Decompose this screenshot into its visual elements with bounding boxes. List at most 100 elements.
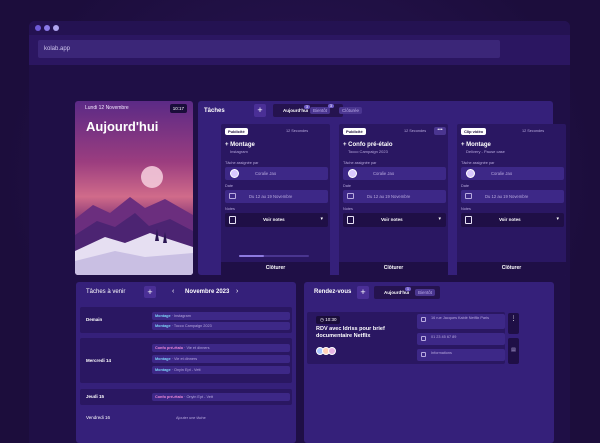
assigned-label: Tâche assignée par bbox=[343, 161, 377, 165]
tab-soon-count: 3 bbox=[328, 104, 334, 108]
notes-value: Voir notes bbox=[263, 217, 285, 222]
notes-value: Voir notes bbox=[499, 217, 521, 222]
task-subtitle: Instagram bbox=[230, 149, 248, 154]
add-appointment-button[interactable]: + bbox=[357, 286, 369, 299]
appointment-phone[interactable]: 01 23 45 67 89 bbox=[417, 333, 505, 345]
notes-dropdown[interactable]: Voir notes ▾ bbox=[225, 213, 328, 227]
notes-label: Notes bbox=[461, 207, 471, 211]
date-value: Du 12 au 19 Novembre bbox=[249, 194, 293, 199]
day-name: Jeudi 15 bbox=[86, 394, 105, 399]
day-row: Jeudi 15 Confo pré-étalo · Onyin Ept - V… bbox=[80, 389, 292, 405]
date-label: Date bbox=[343, 184, 352, 188]
add-task-link[interactable]: Ajouter une tâche bbox=[176, 416, 206, 420]
day-name: Demain bbox=[86, 317, 103, 322]
window-titlebar bbox=[29, 21, 570, 35]
document-icon bbox=[229, 216, 236, 224]
task-subtitle: Tocco Campaign 2023 bbox=[348, 149, 388, 154]
upcoming-event[interactable]: Montage · Instagram bbox=[152, 312, 290, 320]
tab-soon[interactable]: Bientôt bbox=[310, 107, 331, 114]
month-label: Novembre 2023 bbox=[185, 289, 230, 295]
calendar-icon bbox=[347, 193, 354, 199]
upcoming-event[interactable]: Confo pré-étalo · Onyin Ept - Vett bbox=[152, 393, 290, 401]
url-bar[interactable]: kolab.app bbox=[38, 40, 500, 58]
assigned-value: Coralie Jao bbox=[255, 171, 277, 176]
more-options-button[interactable]: ⋮ bbox=[508, 313, 519, 334]
task-card[interactable]: Clip vidéo 12 Secondes + Montage Deliver… bbox=[457, 124, 566, 276]
date-value: Du 12 au 19 Novembre bbox=[367, 194, 411, 199]
tasks-tabs: Aujourd'hui 3 Bientôt 3 bbox=[273, 104, 343, 117]
minimize-window-button[interactable] bbox=[44, 25, 50, 31]
notes-label: Notes bbox=[343, 207, 353, 211]
date-field[interactable]: Du 12 au 19 Novembre bbox=[343, 190, 446, 203]
close-window-button[interactable] bbox=[35, 25, 41, 31]
hero-time: 10:17 bbox=[169, 104, 187, 113]
notes-label: Notes bbox=[225, 207, 235, 211]
tab-today-count: 1 bbox=[405, 287, 411, 291]
task-title: + Confo pré-étalo bbox=[343, 142, 393, 148]
close-task-button[interactable]: Clôturer bbox=[339, 262, 448, 276]
day-row: Mercredi 14 Confo pré-étalo · Vie et din… bbox=[80, 338, 292, 383]
assigned-field[interactable]: Coralie Jao bbox=[225, 167, 328, 180]
hero-date: Lundi 12 Novembre bbox=[85, 105, 129, 111]
date-field[interactable]: Du 12 au 19 Novembre bbox=[225, 190, 328, 203]
document-icon bbox=[347, 216, 354, 224]
appointment-title: RDV avec Idriss pour brief documentaire … bbox=[316, 326, 385, 339]
task-tag: Clip vidéo bbox=[461, 128, 487, 135]
day-row: Vendredi 16 Ajouter une tâche bbox=[80, 410, 292, 426]
next-month-button[interactable]: › bbox=[236, 288, 238, 295]
task-duration: 12 Secondes bbox=[522, 129, 545, 133]
app-content: Lundi 12 Novembre 10:17 Aujourd'hui Tâch… bbox=[29, 65, 570, 443]
add-upcoming-button[interactable]: + bbox=[144, 286, 156, 298]
calendar-icon bbox=[229, 193, 236, 199]
task-card[interactable]: Publicité 12 Secondes + Montage Instagra… bbox=[221, 124, 330, 276]
caret-down-icon: ▾ bbox=[438, 216, 441, 222]
hero-title: Aujourd'hui bbox=[86, 119, 159, 134]
assigned-value: Coralie Jao bbox=[373, 171, 395, 176]
more-options-button[interactable]: ••• bbox=[434, 127, 446, 135]
close-task-button[interactable]: Clôturer bbox=[221, 262, 330, 276]
upcoming-event[interactable]: Montage · Tocco Campaign 2023 bbox=[152, 322, 290, 330]
appointment-card[interactable]: ◷ 10:30 RDV avec Idriss pour brief docum… bbox=[307, 312, 505, 364]
assigned-field[interactable]: Coralie Jao bbox=[343, 167, 446, 180]
task-duration: 12 Secondes bbox=[286, 129, 309, 133]
notes-dropdown[interactable]: Voir notes ▾ bbox=[461, 213, 564, 227]
phone-icon bbox=[421, 336, 426, 341]
caret-down-icon: ▾ bbox=[320, 216, 323, 222]
tasks-panel: Tâches + Aujourd'hui 3 Bientôt 3 Clôturé… bbox=[198, 101, 566, 276]
day-row: Demain Montage · Instagram Montage · Toc… bbox=[80, 307, 292, 333]
upcoming-title: Tâches à venir bbox=[86, 289, 126, 295]
task-card[interactable]: Publicité 12 Secondes ••• + Confo pré-ét… bbox=[339, 124, 448, 276]
avatar bbox=[328, 347, 336, 355]
notes-dropdown[interactable]: Voir notes ▾ bbox=[343, 213, 446, 227]
upcoming-event[interactable]: Montage · Vie et dinners bbox=[152, 355, 290, 363]
document-icon bbox=[465, 216, 472, 224]
maximize-window-button[interactable] bbox=[53, 25, 59, 31]
task-tag: Publicité bbox=[343, 128, 366, 135]
day-name: Vendredi 16 bbox=[86, 415, 111, 420]
appointment-time: ◷ 10:30 bbox=[316, 316, 341, 324]
upcoming-event[interactable]: Confo pré-étalo · Vie et dinners bbox=[152, 344, 290, 352]
notes-value: Voir notes bbox=[381, 217, 403, 222]
appointments-title: Rendez-vous bbox=[314, 289, 352, 295]
location-icon bbox=[421, 317, 426, 322]
assigned-field[interactable]: Coralie Jao bbox=[461, 167, 564, 180]
previous-month-button[interactable]: ‹ bbox=[172, 288, 174, 295]
tab-soon[interactable]: Bientôt bbox=[415, 289, 436, 296]
close-task-button[interactable]: Clôturer bbox=[457, 262, 566, 276]
date-field[interactable]: Du 12 au 19 Novembre bbox=[461, 190, 564, 203]
calendar-icon bbox=[465, 193, 472, 199]
notes-icon[interactable]: ▤ bbox=[508, 338, 519, 364]
add-task-button[interactable]: + bbox=[254, 104, 266, 117]
tasks-header: Tâches + Aujourd'hui 3 Bientôt 3 Clôturé… bbox=[198, 101, 553, 121]
date-label: Date bbox=[461, 184, 470, 188]
assigned-value: Coralie Jao bbox=[491, 171, 513, 176]
task-progress bbox=[239, 255, 309, 257]
tab-closed[interactable]: Clôturée bbox=[339, 107, 363, 114]
upcoming-event[interactable]: Montage · Onyin Ept - Vett bbox=[152, 366, 290, 374]
tasks-tabs-extra: Clôturée bbox=[339, 104, 365, 117]
today-hero-card: Lundi 12 Novembre 10:17 Aujourd'hui bbox=[75, 101, 193, 275]
appointment-notes[interactable]: Informations bbox=[417, 349, 505, 361]
appointments-tabs: Aujourd'hui 1 Bientôt bbox=[374, 286, 440, 299]
browser-window: kolab.app Lundi 12 Novembre 10:17 Aujour… bbox=[29, 21, 570, 443]
appointment-location[interactable]: 16 rue Jacques Kablé Netflix Paris bbox=[417, 314, 505, 329]
